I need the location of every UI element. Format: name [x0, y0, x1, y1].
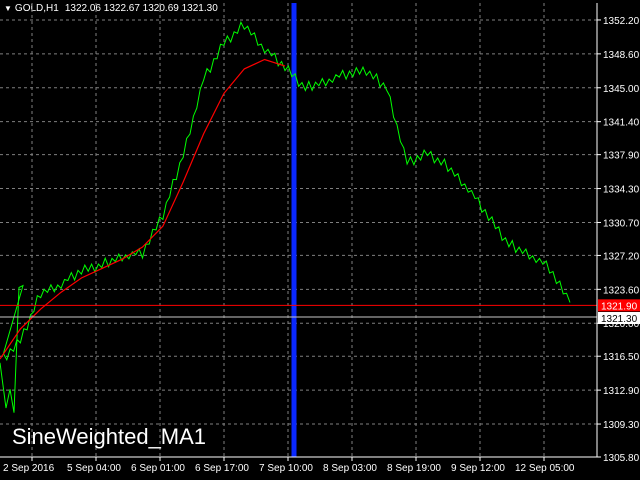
price-tick-label: 1348.60 [603, 50, 640, 61]
price-tick-label: 1323.60 [603, 285, 640, 296]
indicator-label: SineWeighted_MA1 [12, 424, 207, 449]
price-tick-label: 1334.30 [603, 185, 640, 196]
price-tick-label: 1327.20 [603, 251, 640, 262]
time-tick-label: 2 Sep 2016 [3, 463, 55, 474]
ma-series-line [0, 58, 286, 360]
price-tick-label: 1352.20 [603, 16, 640, 27]
chart-frame [0, 3, 598, 458]
price-tick-label: 1345.00 [603, 84, 640, 95]
time-tick-label: 12 Sep 05:00 [515, 463, 575, 474]
chart-grid [0, 3, 597, 458]
price-tick-label: 1330.70 [603, 218, 640, 229]
price-tick-label: 1337.90 [603, 151, 640, 162]
time-tick-label: 8 Sep 19:00 [387, 463, 441, 474]
chart-window[interactable]: ▼ GOLD,H1 1322.06 1322.67 1320.69 1321.30 … [0, 0, 640, 480]
time-tick-label: 6 Sep 01:00 [131, 463, 185, 474]
time-tick-label: 8 Sep 03:00 [323, 463, 377, 474]
time-tick-label: 9 Sep 12:00 [451, 463, 505, 474]
price-series-line [0, 20, 571, 413]
price-tick-label: 1309.30 [603, 420, 640, 431]
price-tick-label: 1316.50 [603, 352, 640, 363]
price-tick-label: 1305.80 [603, 453, 640, 464]
bid-price-label: 1321.90 [601, 301, 638, 312]
price-labels: 1321.90 1321.30 [598, 299, 640, 325]
time-axis: 2 Sep 2016 5 Sep 04:00 6 Sep 01:00 6 Sep 17… [3, 457, 575, 474]
chart-lines [0, 3, 597, 457]
time-tick-label: 7 Sep 10:00 [259, 463, 313, 474]
last-price-label: 1321.30 [601, 314, 638, 325]
price-axis: 1352.20 1348.60 1345.00 1341.40 1337.90 1334.… [597, 16, 640, 464]
time-tick-label: 5 Sep 04:00 [67, 463, 121, 474]
price-tick-label: 1341.40 [603, 118, 640, 129]
price-chart[interactable]: 1352.20 1348.60 1345.00 1341.40 1337.90 1334.… [0, 0, 640, 480]
price-tick-label: 1312.90 [603, 386, 640, 397]
time-tick-label: 6 Sep 17:00 [195, 463, 249, 474]
